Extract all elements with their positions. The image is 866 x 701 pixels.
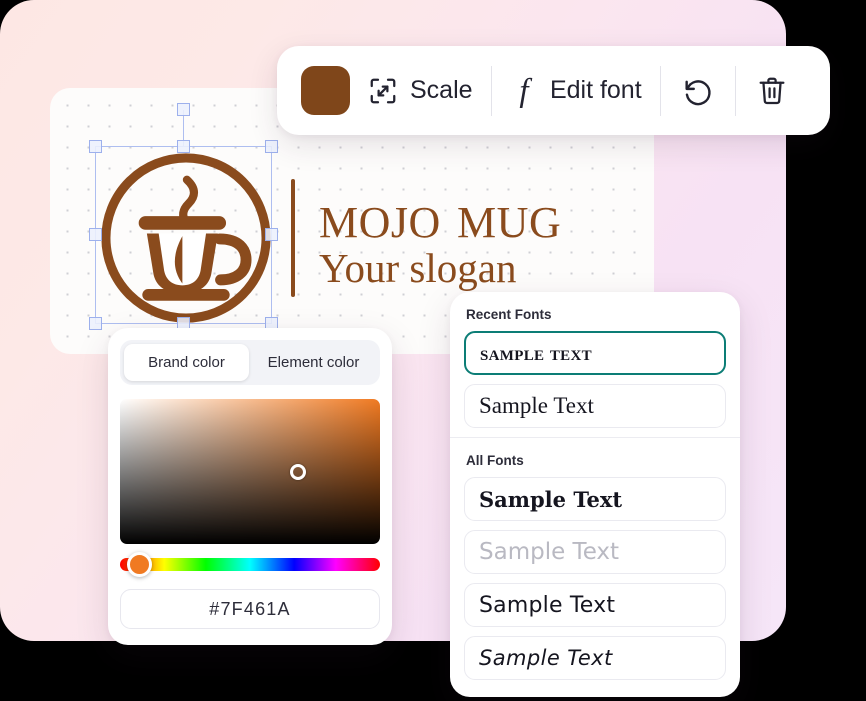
hue-slider[interactable] bbox=[120, 552, 380, 577]
color-swatch[interactable] bbox=[301, 66, 350, 115]
logo-text-block: Mojo Mug Your slogan bbox=[319, 184, 561, 292]
font-preview-label: Sample Text bbox=[479, 592, 616, 618]
recent-fonts-title: Recent Fonts bbox=[466, 307, 552, 322]
brand-slogan: Your slogan bbox=[319, 245, 517, 292]
tab-brand-color[interactable]: Brand color bbox=[124, 344, 249, 381]
all-fonts-title: All Fonts bbox=[466, 453, 524, 469]
all-fonts-list: Sample Text Sample Text Sample Text Samp… bbox=[450, 477, 740, 681]
floating-toolbar: Scale f Edit font bbox=[277, 46, 831, 135]
logo-divider bbox=[291, 179, 295, 297]
font-option-all-3[interactable]: Sample Text bbox=[464, 583, 726, 628]
font-preview-label: Sample Text bbox=[479, 486, 623, 512]
undo-button[interactable] bbox=[661, 74, 735, 108]
delete-button[interactable] bbox=[736, 74, 808, 108]
recent-fonts-list: Sample Text Sample Text bbox=[450, 331, 740, 428]
svg-text:f: f bbox=[519, 74, 532, 108]
saturation-value-thumb[interactable] bbox=[290, 463, 307, 480]
color-mode-tabs: Brand color Element color bbox=[120, 340, 380, 385]
font-option-recent-2[interactable]: Sample Text bbox=[464, 384, 726, 428]
font-f-icon: f bbox=[510, 74, 538, 108]
edit-font-label: Edit font bbox=[549, 76, 642, 104]
tab-element-color[interactable]: Element color bbox=[251, 344, 376, 381]
coffee-cup-circle-icon bbox=[101, 153, 271, 323]
brand-name: Mojo Mug bbox=[319, 180, 562, 251]
hue-slider-thumb[interactable] bbox=[127, 552, 152, 577]
scale-label: Scale bbox=[410, 76, 473, 104]
hex-input[interactable]: #7F461A bbox=[120, 589, 380, 629]
fonts-panel: Recent Fonts Sample Text Sample Text All… bbox=[450, 292, 740, 698]
scale-button[interactable]: Scale bbox=[350, 76, 491, 106]
edit-font-button[interactable]: f Edit font bbox=[492, 74, 660, 108]
font-option-all-1[interactable]: Sample Text bbox=[464, 477, 726, 522]
trash-icon bbox=[756, 74, 788, 108]
font-option-all-4[interactable]: Sample Text bbox=[464, 636, 726, 681]
font-option-all-2[interactable]: Sample Text bbox=[464, 530, 726, 575]
undo-icon bbox=[681, 74, 715, 108]
font-preview-label: Sample Text bbox=[479, 646, 613, 671]
font-preview-label: Sample Text bbox=[479, 539, 620, 566]
font-option-recent-1[interactable]: Sample Text bbox=[464, 331, 726, 375]
app-stage: Mojo Mug Your slogan bbox=[0, 0, 866, 701]
color-picker-panel: Brand color Element color #7F461A bbox=[108, 328, 392, 645]
scale-icon bbox=[368, 76, 398, 106]
saturation-value-area[interactable] bbox=[120, 399, 380, 544]
font-preview-label: Sample Text bbox=[480, 340, 592, 365]
font-preview-label: Sample Text bbox=[479, 393, 594, 418]
